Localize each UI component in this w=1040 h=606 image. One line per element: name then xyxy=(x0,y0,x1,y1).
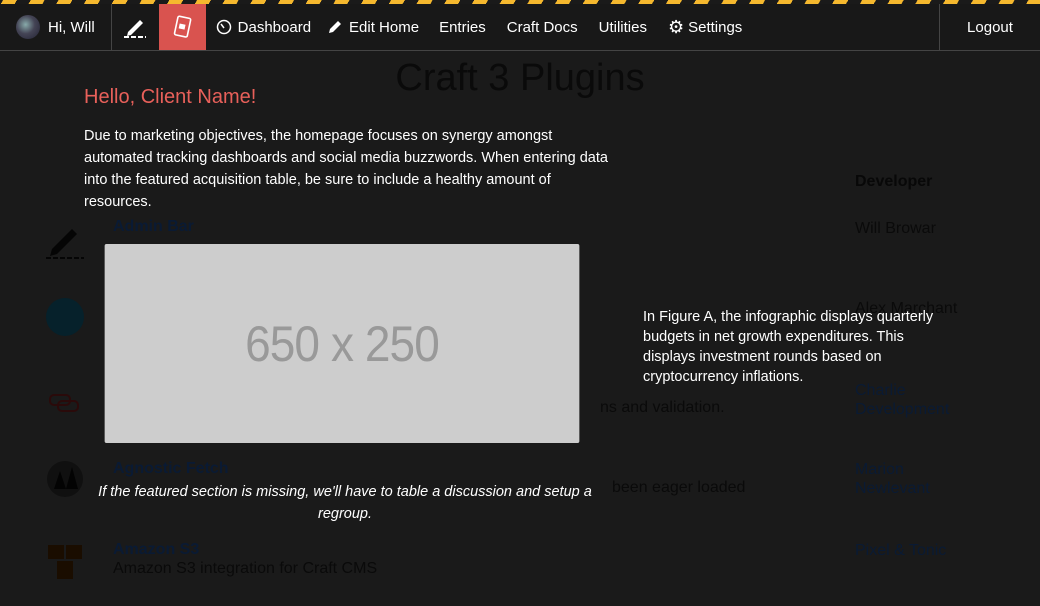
admin-bar: Hi, Will Dashboard Edit Home Entries Cra… xyxy=(0,0,1040,51)
developer-name: Will Browar xyxy=(855,220,936,237)
document-image-icon xyxy=(173,15,192,38)
guide-heading: Hello, Client Name! xyxy=(84,86,257,108)
plugin-link[interactable]: Admin Bar xyxy=(113,218,194,236)
plugin-description: been eager loaded xyxy=(612,479,746,496)
nav-settings-label: Settings xyxy=(688,18,743,36)
nav-craft-docs-label: Craft Docs xyxy=(506,18,578,36)
greeting-label: Hi, Will xyxy=(48,18,95,36)
logout-button[interactable]: Logout xyxy=(940,0,1040,50)
developer-link[interactable]: Pixel & Tonic xyxy=(855,541,946,560)
pencil-line-icon xyxy=(124,20,147,38)
fetch-dog-plugin-icon xyxy=(47,461,83,497)
gauge-icon xyxy=(216,19,231,35)
side-note: In Figure A, the infographic displays qu… xyxy=(643,309,934,385)
image-plugin-icon xyxy=(46,298,84,336)
featured-image-placeholder: 650 x 250 xyxy=(104,244,580,443)
greeting-button[interactable]: Hi, Will xyxy=(0,0,111,50)
plugin-description: Amazon S3 integration for Craft CMS xyxy=(113,560,378,577)
developer-link[interactable]: Marion Newlevant xyxy=(855,460,965,498)
placeholder-label: 650 x 250 xyxy=(245,315,440,372)
nav-edit-home[interactable]: Edit Home xyxy=(327,0,419,50)
plugin-link[interactable]: Amazon S3 xyxy=(113,541,199,559)
admin-bar-toggle-button[interactable] xyxy=(112,0,159,50)
pencil-icon xyxy=(329,21,342,33)
nav-dashboard-label: Dashboard xyxy=(237,18,312,36)
nav-edit-home-label: Edit Home xyxy=(349,18,420,36)
plugin-description: ns and validation. xyxy=(600,399,725,416)
developer-column-header: Developer xyxy=(855,173,933,190)
nav-utilities-label: Utilities xyxy=(598,18,647,36)
amazon-s3-plugin-icon xyxy=(48,545,82,579)
nav-utilities[interactable]: Utilities xyxy=(599,0,647,50)
warning-stripes xyxy=(0,0,1040,4)
plugin-link[interactable]: Agnostic Fetch xyxy=(113,460,229,478)
chain-gear-plugin-icon xyxy=(49,394,79,412)
gear-icon: ⚙ xyxy=(667,16,685,37)
avatar xyxy=(16,15,40,39)
nav-entries-label: Entries xyxy=(439,18,486,36)
image-caption: If the featured section is missing, we'l… xyxy=(98,484,592,522)
nav-entries[interactable]: Entries xyxy=(439,0,486,50)
nav-craft-docs[interactable]: Craft Docs xyxy=(507,0,578,50)
admin-bar-plugin-icon xyxy=(46,229,84,259)
nav-settings[interactable]: ⚙ Settings xyxy=(668,0,742,50)
guide-intro: Due to marketing objectives, the homepag… xyxy=(84,128,608,210)
logout-label: Logout xyxy=(967,18,1013,36)
nav-dashboard[interactable]: Dashboard xyxy=(216,0,311,50)
guide-button[interactable] xyxy=(158,0,206,50)
